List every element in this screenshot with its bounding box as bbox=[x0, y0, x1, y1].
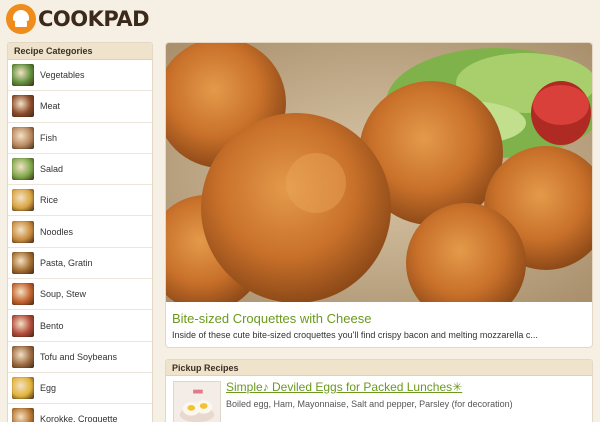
noodles-thumbnail-icon bbox=[12, 220, 34, 243]
sidebar-item-label: Vegetables bbox=[40, 70, 85, 81]
sidebar-item-salad[interactable]: Salad bbox=[8, 154, 152, 186]
sidebar-item-label: Meat bbox=[40, 101, 61, 112]
sidebar-item-label: Salad bbox=[40, 164, 64, 175]
sidebar-item-fish[interactable]: Fish bbox=[8, 123, 152, 154]
sidebar-title: Recipe Categories bbox=[8, 43, 152, 60]
pasta-thumbnail-icon bbox=[12, 251, 34, 274]
deviled-eggs-thumbnail[interactable] bbox=[173, 381, 221, 422]
bento-thumbnail-icon bbox=[12, 314, 34, 337]
sidebar-item-label: Rice bbox=[40, 195, 59, 206]
recipe-categories-panel: Recipe Categories Vegetables Meat Fish Sala… bbox=[7, 42, 153, 422]
sidebar-item-label: Fish bbox=[40, 132, 58, 143]
sidebar-item-korokke-croquette[interactable]: Korokke, Croquette bbox=[8, 404, 152, 422]
pickup-recipe-ingredients: Boiled egg, Ham, Mayonnaise, Salt and pe… bbox=[226, 399, 513, 409]
sidebar-item-vegetables[interactable]: Vegetables bbox=[8, 60, 152, 92]
pickup-recipe-link[interactable]: Simple♪ Deviled Eggs for Packed Lunches✳ bbox=[226, 380, 462, 394]
sidebar-item-egg[interactable]: Egg bbox=[8, 373, 152, 405]
featured-recipe-description: Inside of these cute bite-sized croquett… bbox=[172, 330, 538, 340]
soup-thumbnail-icon bbox=[12, 283, 34, 306]
category-list: Vegetables Meat Fish Salad Rice Noodles Pasta,… bbox=[8, 60, 152, 422]
chef-hat-icon bbox=[6, 4, 36, 34]
sidebar-item-label: Egg bbox=[40, 383, 57, 394]
sidebar-item-tofu-and-soybeans[interactable]: Tofu and Soybeans bbox=[8, 342, 152, 373]
tofu-thumbnail-icon bbox=[12, 345, 34, 368]
croquette-thumbnail-icon bbox=[12, 408, 34, 422]
rice-thumbnail-icon bbox=[12, 189, 34, 212]
pickup-recipes-title: Pickup Recipes bbox=[166, 360, 592, 376]
sidebar-item-bento[interactable]: Bento bbox=[8, 310, 152, 342]
sidebar-item-label: Noodles bbox=[40, 226, 74, 237]
vegetables-thumbnail-icon bbox=[12, 64, 34, 87]
cookpad-logo[interactable]: COOKPAD bbox=[6, 4, 150, 34]
sidebar-item-noodles[interactable]: Noodles bbox=[8, 216, 152, 248]
sidebar-item-label: Soup, Stew bbox=[40, 289, 87, 300]
egg-thumbnail-icon bbox=[12, 377, 34, 400]
sidebar-item-label: Bento bbox=[40, 320, 64, 331]
croquettes-photo[interactable] bbox=[166, 43, 593, 302]
fish-thumbnail-icon bbox=[12, 126, 34, 149]
salad-thumbnail-icon bbox=[12, 158, 34, 181]
logo-text: COOKPAD bbox=[38, 7, 150, 31]
site-header: COOKPAD bbox=[0, 0, 600, 38]
sidebar-item-rice[interactable]: Rice bbox=[8, 185, 152, 217]
sidebar-item-label: Tofu and Soybeans bbox=[40, 351, 118, 362]
sidebar-item-meat[interactable]: Meat bbox=[8, 91, 152, 123]
sidebar-item-label: Pasta, Gratin bbox=[40, 257, 93, 268]
sidebar-item-soup-stew[interactable]: Soup, Stew bbox=[8, 279, 152, 311]
featured-recipe-title[interactable]: Bite-sized Croquettes with Cheese bbox=[172, 311, 371, 326]
sidebar-item-pasta-gratin[interactable]: Pasta, Gratin bbox=[8, 248, 152, 280]
meat-thumbnail-icon bbox=[12, 95, 34, 118]
pickup-recipes-panel: Pickup Recipes Simple♪ Deviled Eggs for … bbox=[165, 359, 593, 422]
sidebar-item-label: Korokke, Croquette bbox=[40, 414, 118, 422]
featured-recipe-card[interactable]: Bite-sized Croquettes with Cheese Inside… bbox=[165, 42, 593, 348]
